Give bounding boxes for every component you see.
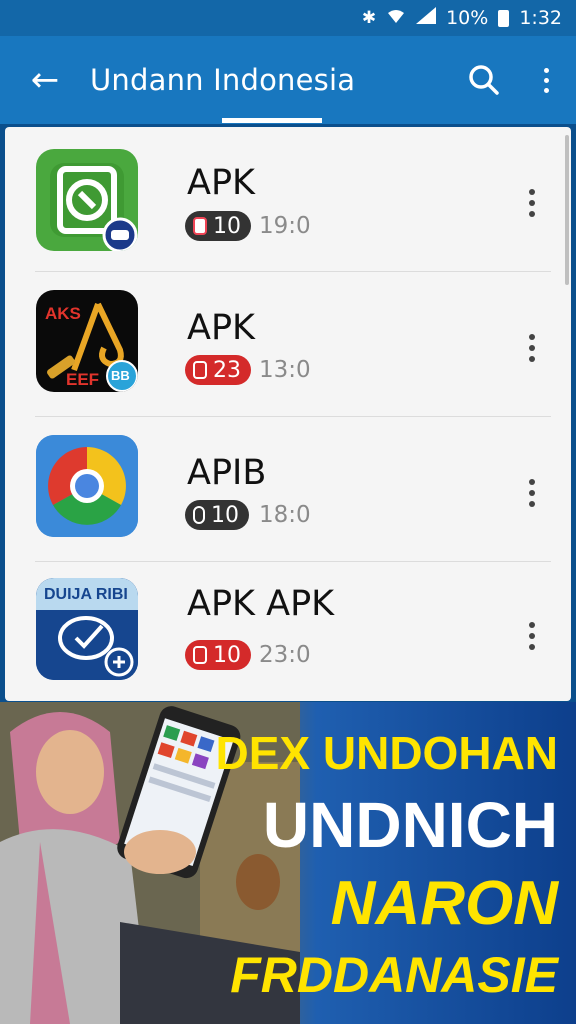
item-time: 19:0: [259, 213, 311, 239]
blue-chat-app-icon: DUIJA RIBI: [36, 578, 138, 680]
list-item[interactable]: APIB 10 18:0: [5, 417, 571, 561]
back-button[interactable]: ←: [0, 60, 90, 100]
banner-line-2: UNDNICH: [262, 789, 558, 861]
app-list[interactable]: APK 10 19:0 AKS EEF BB APK 23 13:0 APIB …: [5, 127, 571, 701]
wifi-icon: [386, 8, 406, 29]
item-time: 18:0: [259, 502, 311, 528]
train-icon: [193, 506, 205, 524]
status-badge: 23: [185, 355, 251, 385]
item-menu-button[interactable]: [525, 618, 539, 654]
train-icon: [193, 646, 207, 664]
bluetooth-icon: ✱: [361, 8, 377, 28]
app-name: APIB: [187, 453, 267, 493]
item-time: 23:0: [259, 642, 311, 668]
list-item[interactable]: APK 10 19:0: [5, 127, 571, 271]
black-gold-app-icon: AKS EEF BB: [36, 290, 138, 392]
status-bar: ✱ 10% 1:32: [0, 0, 576, 36]
more-vert-icon: [529, 622, 535, 628]
status-badge: 10: [185, 211, 251, 241]
more-vert-icon: [529, 334, 535, 340]
signal-icon: [416, 7, 437, 29]
more-vert-icon: [529, 189, 535, 195]
list-item[interactable]: DUIJA RIBI APK APK 10 23:0: [5, 562, 571, 701]
arrow-back-icon: ←: [30, 60, 60, 100]
app-bar: ← Undann Indonesia: [0, 36, 576, 124]
status-badge: 10: [185, 640, 251, 670]
list-item[interactable]: AKS EEF BB APK 23 13:0: [5, 272, 571, 416]
page-title: Undann Indonesia: [90, 63, 356, 97]
status-badge: 10: [185, 500, 249, 530]
app-name: APK: [187, 308, 256, 348]
clock: 1:32: [519, 7, 562, 29]
banner-line-1: DEX UNDOHAN: [215, 727, 558, 779]
item-menu-button[interactable]: [525, 330, 539, 366]
search-button[interactable]: [452, 64, 516, 96]
item-time: 13:0: [259, 357, 311, 383]
green-dashboard-app-icon: [36, 149, 138, 251]
more-vert-icon: [543, 67, 549, 73]
chrome-icon: [36, 435, 138, 537]
tab-indicator: [222, 118, 322, 123]
train-icon: [193, 361, 207, 379]
app-name: APK: [187, 163, 256, 203]
battery-icon: [498, 9, 510, 27]
battery-percent: 10%: [446, 7, 489, 29]
item-menu-button[interactable]: [525, 185, 539, 221]
promo-banner[interactable]: DEX UNDOHAN UNDNICH NARON FRDDANASIE: [0, 702, 576, 1024]
banner-line-3: NARON: [330, 869, 558, 938]
more-options-button[interactable]: [516, 67, 576, 93]
train-icon: [193, 217, 207, 235]
app-name: APK APK: [187, 584, 335, 624]
item-menu-button[interactable]: [525, 475, 539, 511]
more-vert-icon: [529, 479, 535, 485]
search-icon: [469, 65, 499, 95]
banner-line-4: FRDDANASIE: [230, 947, 558, 1003]
